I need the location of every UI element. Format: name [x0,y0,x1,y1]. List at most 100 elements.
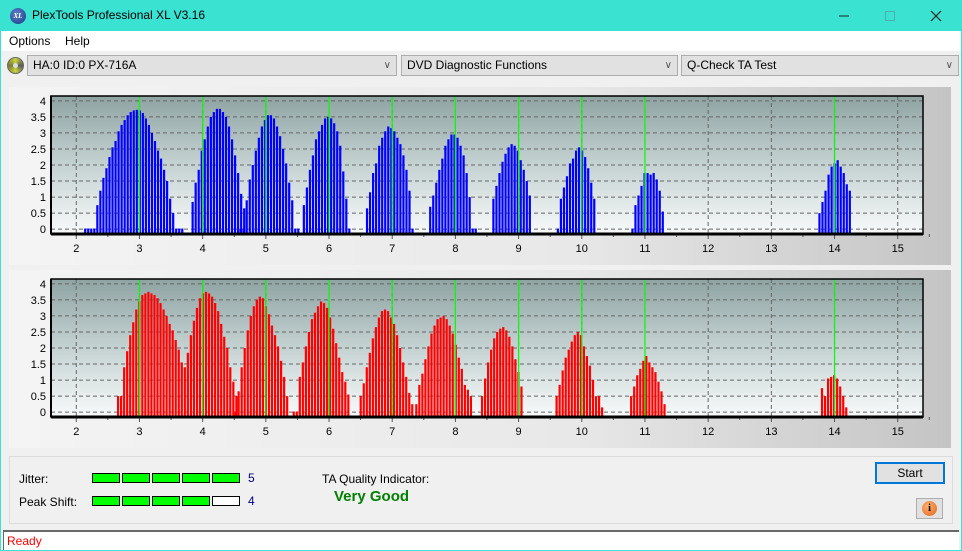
bar [845,184,848,234]
meter-segment [122,496,150,506]
bar [326,307,329,417]
bar [418,384,421,417]
y-tick-label: 1.5 [31,176,46,188]
minimize-button[interactable] [821,1,867,31]
maximize-button[interactable] [867,1,913,31]
bar [150,293,153,417]
disc-drive-icon [7,57,24,74]
bar [245,200,248,234]
info-button[interactable]: i [916,498,943,519]
bar [218,108,222,234]
y-tick-label: 0.5 [31,391,46,403]
app-logo-icon: XL [10,8,26,24]
bar [255,299,258,417]
bar [634,205,637,234]
bar [195,307,199,417]
bar [215,108,219,234]
bar [396,137,399,234]
bar [510,144,513,234]
function-select[interactable]: DVD Diagnostic Functions ∨ [401,55,678,76]
bar [430,333,433,417]
y-tick-label: 1.5 [31,359,46,371]
bar [588,365,592,417]
peak-shift-meter [92,496,240,506]
bar [392,323,396,417]
bar [421,373,424,417]
bar [203,139,206,234]
drive-select[interactable]: HA:0 ID:0 PX-716A ∨ [27,55,397,76]
bar [168,323,171,417]
menu-help[interactable]: Help [65,34,90,48]
x-tick-label: 3 [136,426,142,438]
x-tick-label: 10 [576,243,588,255]
bar [123,120,126,234]
bar [174,339,177,417]
y-tick-label: 0.5 [31,208,46,220]
ta-quality-label: TA Quality Indicator: [322,472,430,486]
bar [836,378,839,417]
bar [469,396,473,417]
status-bar: Ready [3,530,959,550]
y-tick-label: 0 [40,407,46,419]
x-tick-label: 13 [765,426,777,438]
results-panel: Jitter: 5 Peak Shift: 4 TA Quality Indic… [9,456,953,524]
bar [165,315,168,417]
bar [661,211,664,234]
bar [655,179,658,234]
bar [159,158,163,234]
bar [562,187,566,234]
bar [105,168,108,234]
bar [587,168,590,234]
bar [197,169,200,234]
bar [576,331,579,417]
ta-top-chart-panel: 0 0.5 1 1.5 2 2.5 3 3.5 4 2 3 4 5 6 7 8 9 10 11 12 13 14 15 [9,87,951,265]
bar [362,383,365,417]
bar [555,396,558,417]
bar [564,357,567,417]
bar [427,346,430,417]
bar [372,173,375,234]
bar [842,396,845,417]
meter-segment [152,473,180,483]
close-icon [930,10,942,22]
bar [498,173,501,234]
bar [438,169,441,234]
close-button[interactable] [913,1,959,31]
x-tick-label: 8 [452,243,458,255]
y-tick-label: 1 [40,375,46,387]
bar [582,346,586,417]
bar [660,391,663,417]
bar [260,126,263,234]
bar [345,198,348,234]
start-button[interactable]: Start [875,462,945,484]
bar [272,118,276,234]
x-tick-label: 13 [765,243,777,255]
x-tick-label: 15 [892,426,904,438]
bar [234,155,237,234]
bar [141,113,144,234]
bar [177,349,180,417]
bar [316,306,320,417]
bar [591,380,595,417]
menu-options[interactable]: Options [9,34,50,48]
bar [304,346,307,417]
bar [258,296,261,417]
x-tick-label: 11 [639,426,650,438]
bar [251,165,254,234]
bar [522,169,525,234]
bar [99,190,102,234]
bar [237,391,240,417]
bar [408,190,411,234]
y-tick-label: 0 [40,224,46,236]
bar [212,112,215,234]
test-select[interactable]: Q-Check TA Test ∨ [681,55,959,76]
bar [839,386,842,417]
bar [257,137,260,234]
bar [344,381,347,417]
bar [141,295,144,417]
bar [301,362,304,417]
bar [492,198,495,234]
bar [206,126,209,234]
bar [447,139,450,234]
x-tick-label: 4 [200,243,206,255]
